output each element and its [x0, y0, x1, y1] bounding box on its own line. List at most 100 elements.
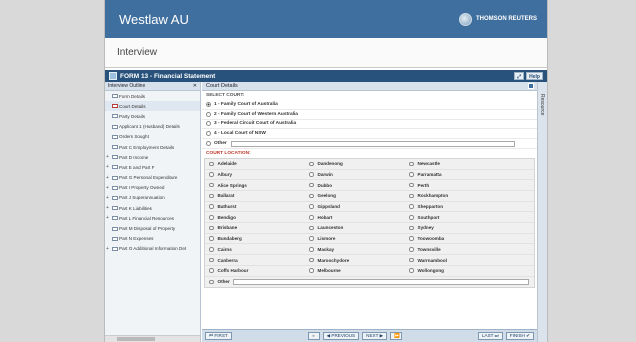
help-button[interactable]: Help — [526, 72, 543, 80]
location-option[interactable]: Adelaide — [205, 161, 305, 166]
location-radio[interactable] — [209, 257, 214, 263]
location-option[interactable]: Launceston — [305, 225, 405, 230]
location-radio[interactable] — [409, 236, 414, 241]
close-icon[interactable]: ✕ — [193, 83, 197, 89]
court-option[interactable]: 3 - Federal Circuit Court of Australia — [202, 120, 537, 130]
location-option[interactable]: Cairns — [205, 247, 305, 252]
location-radio[interactable] — [409, 161, 414, 167]
outline-item[interactable]: Party Details — [105, 111, 200, 121]
court-option[interactable]: 4 - Local Court of NSW — [202, 129, 537, 140]
location-option[interactable]: Darwin — [305, 172, 405, 177]
location-option[interactable]: Bendigo — [205, 215, 305, 220]
outline-item[interactable]: + Part E and Part F — [105, 162, 200, 172]
location-radio[interactable] — [209, 247, 214, 252]
outline-item[interactable]: + Part D Income — [105, 152, 200, 162]
outline-item[interactable]: + Part L Financial Resources — [105, 213, 200, 223]
location-option[interactable]: Mackay — [305, 247, 405, 252]
location-option[interactable]: Dubbo — [305, 183, 405, 188]
outline-item[interactable]: Part C Employment Details — [105, 142, 200, 152]
location-radio[interactable] — [409, 247, 414, 252]
outline-scrollbar[interactable] — [105, 335, 200, 342]
resource-label[interactable]: Resource — [539, 94, 545, 115]
location-radio[interactable] — [309, 182, 314, 188]
location-option[interactable]: Warrnambool — [405, 258, 505, 263]
outline-item[interactable]: Part N Expenses — [105, 234, 200, 244]
location-radio[interactable] — [309, 225, 314, 231]
court-radio[interactable] — [206, 131, 211, 137]
stop-button[interactable]: ⏹ — [307, 332, 320, 340]
location-option[interactable]: Bundaberg — [205, 236, 305, 241]
location-radio[interactable] — [309, 172, 314, 177]
location-option[interactable]: Parramatta — [405, 172, 505, 177]
location-other-radio[interactable] — [209, 279, 214, 285]
location-radio[interactable] — [309, 247, 314, 252]
forward-button[interactable]: ⏩ — [390, 332, 403, 340]
location-radio[interactable] — [209, 161, 214, 167]
location-radio[interactable] — [409, 268, 414, 273]
location-radio[interactable] — [409, 204, 414, 209]
location-option[interactable]: Maroochydore — [305, 258, 405, 263]
outline-item[interactable]: Part M Disposal of Property — [105, 223, 200, 233]
location-radio[interactable] — [209, 225, 214, 231]
location-radio[interactable] — [309, 268, 314, 273]
location-radio[interactable] — [409, 257, 414, 263]
outline-item[interactable]: + Part J Superannuation — [105, 193, 200, 203]
next-button[interactable]: NEXT ▶ — [362, 332, 388, 340]
location-option[interactable]: Hobart — [305, 215, 405, 220]
location-option[interactable]: Rockhampton — [405, 193, 505, 198]
court-radio[interactable] — [206, 121, 211, 127]
location-radio[interactable] — [409, 172, 414, 177]
outline-item[interactable]: Court Details — [105, 101, 200, 112]
first-button[interactable]: ⏮ FIRST — [205, 332, 232, 340]
location-radio[interactable] — [409, 215, 414, 220]
location-option[interactable]: Perth — [405, 183, 505, 188]
court-other-input[interactable] — [230, 140, 515, 147]
location-radio[interactable] — [409, 193, 414, 199]
location-option[interactable]: Lismore — [305, 236, 405, 241]
court-radio[interactable] — [206, 111, 211, 117]
location-option[interactable]: Canberra — [205, 258, 305, 263]
location-option[interactable]: Geelong — [305, 193, 405, 198]
location-radio[interactable] — [309, 257, 314, 263]
location-option[interactable]: Townsville — [405, 247, 505, 252]
expand-icon[interactable]: + — [106, 246, 109, 252]
location-radio[interactable] — [209, 172, 214, 177]
previous-button[interactable]: ◀ PREVIOUS — [322, 332, 360, 340]
location-option[interactable]: Dandenong — [305, 161, 405, 166]
location-option[interactable]: Shepparton — [405, 204, 505, 209]
location-option[interactable]: Gippsland — [305, 204, 405, 209]
outline-item[interactable]: + Part O Additional Information Det — [105, 244, 200, 254]
location-option[interactable]: Newcastle — [405, 161, 505, 166]
location-option[interactable]: Southport — [405, 215, 505, 220]
location-option[interactable]: Bathurst — [205, 204, 305, 209]
location-option[interactable]: Sydney — [405, 225, 505, 230]
panel-toggle-icon[interactable] — [528, 83, 534, 89]
location-radio[interactable] — [309, 236, 314, 241]
finish-button[interactable]: FINISH ✔ — [505, 332, 534, 340]
expand-icon[interactable]: + — [106, 195, 109, 201]
expand-icon[interactable]: + — [106, 175, 109, 181]
location-radio[interactable] — [309, 204, 314, 209]
last-button[interactable]: LAST ⏭ — [477, 332, 503, 340]
resource-panel[interactable]: Resource — [537, 82, 547, 342]
expand-icon[interactable]: ⤢ — [514, 72, 525, 80]
expand-icon[interactable]: + — [106, 205, 109, 211]
location-radio[interactable] — [209, 193, 214, 199]
location-radio[interactable] — [209, 204, 214, 209]
outline-item[interactable]: Form Details — [105, 91, 200, 101]
location-option[interactable]: Alice Springs — [205, 183, 305, 188]
location-radio[interactable] — [209, 215, 214, 220]
location-option[interactable]: Albury — [205, 172, 305, 177]
court-option[interactable]: 1 - Family Court of Australia — [202, 100, 537, 110]
location-option[interactable]: Toowoomba — [405, 236, 505, 241]
outline-item[interactable]: Applicant 1 (Husband) Details — [105, 122, 200, 132]
location-option[interactable]: Brisbane — [205, 225, 305, 230]
expand-icon[interactable]: + — [106, 215, 109, 221]
location-option[interactable]: Coffs Harbour — [205, 268, 305, 273]
court-other-radio[interactable] — [206, 141, 211, 147]
outline-item[interactable]: Orders Sought — [105, 132, 200, 142]
location-radio[interactable] — [209, 182, 214, 188]
location-radio[interactable] — [209, 268, 214, 273]
expand-icon[interactable]: + — [106, 185, 109, 191]
scrollbar-thumb[interactable] — [117, 337, 155, 341]
